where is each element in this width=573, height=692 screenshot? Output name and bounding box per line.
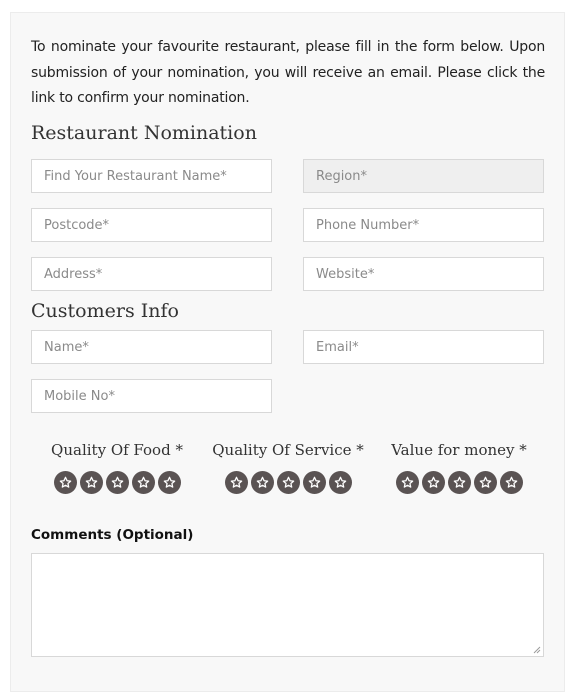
star-rating	[31, 471, 203, 494]
mobile-input[interactable]	[31, 379, 272, 413]
star-icon[interactable]	[421, 471, 445, 494]
star-icon[interactable]	[131, 471, 155, 494]
star-icon[interactable]	[473, 471, 497, 494]
star-icon[interactable]	[328, 471, 352, 494]
restaurant-name-input[interactable]	[31, 159, 272, 193]
star-icon[interactable]	[105, 471, 129, 494]
star-icon[interactable]	[499, 471, 523, 494]
star-icon[interactable]	[250, 471, 274, 494]
rating-quality-food: Quality Of Food *	[31, 441, 203, 494]
customers-section-title: Customers Info	[31, 300, 179, 322]
comments-label: Comments (Optional)	[31, 527, 194, 543]
nomination-form-card: To nominate your favourite restaurant, p…	[10, 12, 565, 692]
rating-value-for-money: Value for money *	[373, 441, 545, 494]
restaurant-section-title: Restaurant Nomination	[31, 122, 257, 144]
address-input[interactable]	[31, 257, 272, 291]
email-input[interactable]	[303, 330, 544, 364]
website-input[interactable]	[303, 257, 544, 291]
star-icon[interactable]	[302, 471, 326, 494]
star-icon[interactable]	[79, 471, 103, 494]
star-rating	[202, 471, 374, 494]
rating-label: Quality Of Food *	[51, 441, 183, 459]
customer-name-input[interactable]	[31, 330, 272, 364]
star-icon[interactable]	[447, 471, 471, 494]
star-icon[interactable]	[395, 471, 419, 494]
phone-number-input[interactable]	[303, 208, 544, 242]
rating-label: Value for money *	[391, 441, 527, 459]
star-icon[interactable]	[276, 471, 300, 494]
postcode-input[interactable]	[31, 208, 272, 242]
star-icon[interactable]	[157, 471, 181, 494]
region-input	[303, 159, 544, 193]
star-icon[interactable]	[224, 471, 248, 494]
intro-text: To nominate your favourite restaurant, p…	[31, 39, 545, 106]
comments-textarea[interactable]	[31, 553, 544, 657]
star-rating	[373, 471, 545, 494]
rating-quality-service: Quality Of Service *	[202, 441, 374, 494]
rating-label: Quality Of Service *	[212, 441, 364, 459]
resize-grip-icon[interactable]	[532, 645, 541, 654]
star-icon[interactable]	[53, 471, 77, 494]
